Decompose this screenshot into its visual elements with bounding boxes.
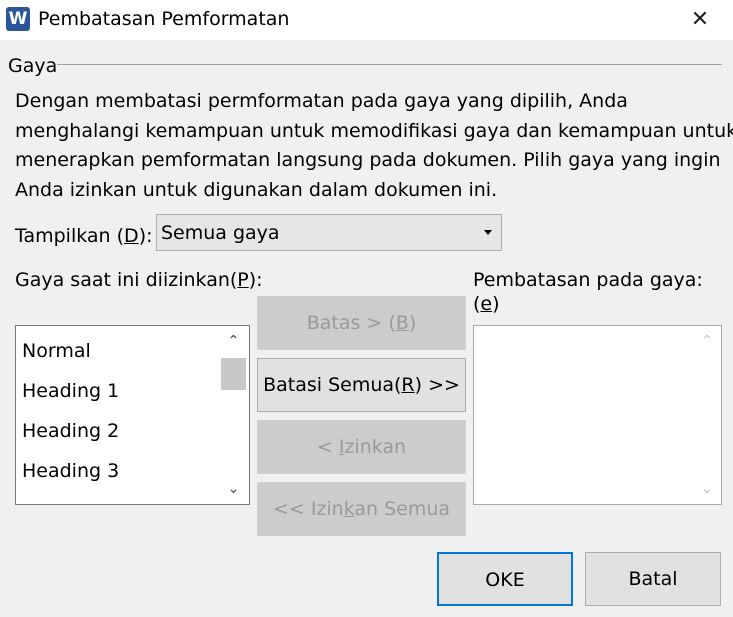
- group-label-styles: Gaya: [8, 55, 58, 77]
- dropdown-arrow-icon: [484, 230, 492, 235]
- show-label-before: Tampilkan (: [15, 225, 125, 247]
- restrictions-label-key: e: [480, 293, 493, 315]
- limit-button-before: Batas > (: [306, 312, 396, 334]
- show-label-key: D: [124, 225, 139, 247]
- current-allowed-label-before: Gaya saat ini diizinkan(: [15, 269, 238, 291]
- description-line: Anda izinkan untuk digunakan dalam dokum…: [15, 178, 498, 201]
- list-item[interactable]: Heading 2: [16, 411, 218, 451]
- chevron-up-icon: ⌃: [701, 333, 713, 349]
- show-label-after: ):: [138, 225, 153, 247]
- limit-button[interactable]: Batas > (B): [257, 296, 466, 350]
- allow-all-button-key: k: [343, 498, 355, 520]
- show-dropdown-value: Semua gaya: [161, 222, 280, 244]
- limit-all-button[interactable]: Batasi Semua(R) >>: [257, 358, 466, 412]
- show-label: Tampilkan (D):: [15, 224, 153, 248]
- description-line: menerapkan pemformatan langsung pada dok…: [15, 149, 721, 171]
- limit-all-button-before: Batasi Semua(: [263, 374, 402, 396]
- chevron-down-icon[interactable]: ⌄: [218, 474, 249, 504]
- restrictions-listbox[interactable]: ⌃ ⌄: [473, 325, 722, 505]
- ok-button[interactable]: OKE: [437, 552, 573, 606]
- list-item[interactable]: Normal: [16, 331, 218, 371]
- word-app-icon: W: [6, 7, 30, 31]
- allow-button[interactable]: < Izinkan: [257, 420, 466, 474]
- dialog-title: Pembatasan Pemformatan: [38, 8, 290, 30]
- limit-all-button-after: ) >>: [414, 374, 460, 396]
- cancel-button[interactable]: Batal: [585, 552, 721, 606]
- allow-button-after: zinkan: [344, 436, 407, 458]
- restrictions-label-before: Pembatasan pada gaya: (: [473, 269, 703, 315]
- description-text: Dengan membatasi permformatan pada gaya …: [15, 87, 733, 205]
- group-divider: [57, 64, 722, 65]
- chevron-down-icon: ⌄: [701, 481, 713, 497]
- allow-all-button-after: an Semua: [354, 498, 451, 520]
- scrollbar-thumb[interactable]: [221, 358, 246, 390]
- current-allowed-label-after: ):: [248, 269, 263, 291]
- current-allowed-listbox[interactable]: Normal Heading 1 Heading 2 Heading 3 ⌃ ⌄: [15, 325, 250, 505]
- chevron-up-icon[interactable]: ⌃: [218, 326, 249, 356]
- restrictions-label: Pembatasan pada gaya: (e): [473, 268, 733, 316]
- current-allowed-items: Normal Heading 1 Heading 2 Heading 3: [16, 326, 218, 491]
- close-icon[interactable]: ✕: [682, 6, 718, 34]
- current-allowed-label-key: P: [237, 269, 249, 291]
- vertical-scrollbar: ⌃ ⌄: [693, 326, 721, 504]
- vertical-scrollbar[interactable]: ⌃ ⌄: [218, 326, 249, 504]
- allow-all-button[interactable]: << Izinkan Semua: [257, 482, 466, 536]
- allow-button-before: <: [316, 436, 339, 458]
- description-line: menghalangi kemampuan untuk memodifikasi…: [15, 119, 733, 142]
- limit-all-button-key: R: [401, 374, 415, 396]
- current-allowed-label: Gaya saat ini diizinkan(P):: [15, 268, 263, 292]
- restrictions-label-after: ): [492, 293, 500, 315]
- description-line: Dengan membatasi permformatan pada gaya …: [15, 90, 628, 112]
- list-item[interactable]: Heading 1: [16, 371, 218, 411]
- title-bar: W Pembatasan Pemformatan ✕: [0, 0, 733, 40]
- limit-button-key: B: [395, 312, 409, 334]
- list-item[interactable]: Heading 3: [16, 451, 218, 491]
- show-dropdown[interactable]: Semua gaya: [156, 214, 502, 251]
- allow-all-button-before: << Izin: [272, 498, 344, 520]
- limit-button-after: ): [408, 312, 417, 334]
